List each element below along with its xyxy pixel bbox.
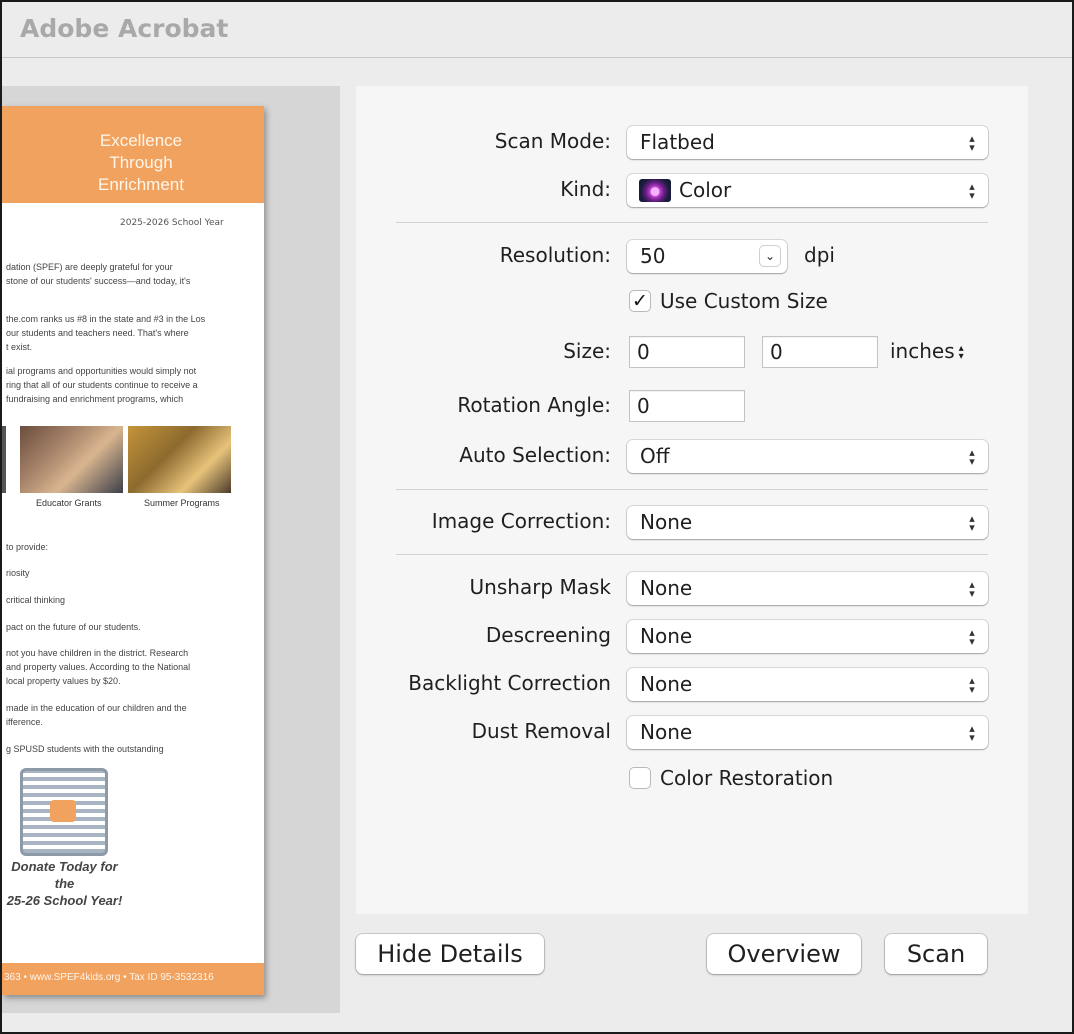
scan-settings-panel: Scan Mode: Flatbed ▴ ▾ Kind: Color ▴ ▾ Res… (356, 86, 1028, 914)
doc-text-line: ring that all of our students continue t… (6, 380, 198, 390)
chevron-updown-icon: ▴ ▾ (958, 342, 964, 362)
color-restoration-checkbox[interactable] (629, 767, 651, 789)
title-bar: Adobe Acrobat (2, 2, 1072, 58)
chevron-updown-icon: ▴ ▾ (969, 577, 975, 600)
doc-title-line: Enrichment (98, 175, 184, 194)
section-divider (396, 222, 988, 223)
doc-text-line: dation (SPEF) are deeply grateful for yo… (6, 262, 173, 272)
chevron-down-icon[interactable]: ⌄ (759, 245, 781, 267)
doc-photo (20, 426, 123, 493)
doc-text-line: our students and teachers need. That's w… (6, 328, 189, 338)
size-label: Size: (563, 339, 611, 363)
dust-removal-label: Dust Removal (471, 719, 611, 743)
image-correction-popup[interactable]: None ▴ ▾ (627, 506, 988, 539)
donate-text: Donate Today for the 25-26 School Year! (2, 858, 127, 909)
doc-text-line: pact on the future of our students. (6, 622, 141, 632)
doc-text-line: g SPUSD students with the outstanding (6, 744, 164, 754)
rotation-angle-label: Rotation Angle: (457, 393, 611, 417)
photo-caption: Summer Programs (144, 498, 220, 508)
scan-mode-label: Scan Mode: (494, 129, 611, 153)
scan-preview-area[interactable]: Excellence Through Enrichment 2025-2026 … (2, 86, 340, 1013)
doc-text-line: the.com ranks us #8 in the state and #3 … (6, 314, 206, 324)
doc-text-line: not you have children in the district. R… (6, 648, 189, 658)
size-width-field[interactable]: 0 (629, 336, 745, 368)
doc-text-line: t exist. (6, 342, 33, 352)
chevron-updown-icon: ▴ ▾ (969, 625, 975, 648)
color-restoration-label: Color Restoration (660, 766, 834, 790)
chevron-updown-icon: ▴ ▾ (969, 673, 975, 696)
color-flower-icon (639, 179, 671, 202)
scan-mode-popup[interactable]: Flatbed ▴ ▾ (627, 126, 988, 159)
size-height-field[interactable]: 0 (762, 336, 878, 368)
chevron-updown-icon: ▴ ▾ (969, 131, 975, 154)
hide-details-button[interactable]: Hide Details (356, 934, 544, 974)
doc-photo (2, 426, 6, 493)
donate-line: 25-26 School Year! (6, 893, 123, 908)
overview-button[interactable]: Overview (707, 934, 861, 974)
chevron-updown-icon: ▴ ▾ (969, 179, 975, 202)
unsharp-mask-label: Unsharp Mask (469, 575, 611, 599)
chevron-updown-icon: ▴ ▾ (969, 445, 975, 468)
app-title: Adobe Acrobat (20, 14, 229, 43)
section-divider (396, 554, 988, 555)
use-custom-size-label: Use Custom Size (660, 289, 828, 313)
kind-label: Kind: (560, 177, 611, 201)
doc-text-line: ifference. (6, 717, 43, 727)
qr-logo-icon (50, 800, 76, 822)
scanned-document-preview[interactable]: Excellence Through Enrichment 2025-2026 … (2, 106, 264, 995)
resolution-label: Resolution: (499, 243, 611, 267)
descreening-value: None (640, 624, 693, 648)
photo-caption: Educator Grants (36, 498, 102, 508)
doc-text-line: local property values by $20. (6, 676, 121, 686)
backlight-correction-label: Backlight Correction (408, 671, 611, 695)
image-correction-label: Image Correction: (431, 509, 611, 533)
use-custom-size-checkbox[interactable]: ✓ (629, 290, 651, 312)
unsharp-mask-popup[interactable]: None ▴ ▾ (627, 572, 988, 605)
doc-text-line: made in the education of our children an… (6, 703, 187, 713)
scan-mode-value: Flatbed (640, 130, 715, 154)
descreening-popup[interactable]: None ▴ ▾ (627, 620, 988, 653)
doc-text-line: riosity (6, 568, 30, 578)
doc-text-line: to provide: (6, 542, 49, 552)
doc-text-line: and property values. According to the Na… (6, 662, 191, 672)
section-divider (396, 489, 988, 490)
auto-selection-popup[interactable]: Off ▴ ▾ (627, 440, 988, 473)
kind-popup[interactable]: Color ▴ ▾ (627, 174, 988, 207)
resolution-combo[interactable]: 50 ⌄ (627, 240, 787, 273)
unsharp-mask-value: None (640, 576, 693, 600)
backlight-correction-value: None (640, 672, 693, 696)
rotation-angle-field[interactable]: 0 (629, 390, 745, 422)
chevron-updown-icon: ▴ ▾ (969, 511, 975, 534)
size-unit-popup[interactable]: inches ▴ ▾ (890, 339, 964, 363)
auto-selection-label: Auto Selection: (459, 443, 611, 467)
resolution-unit: dpi (804, 243, 835, 267)
auto-selection-value: Off (640, 444, 670, 468)
kind-value: Color (679, 178, 732, 202)
doc-subtitle: 2025-2026 School Year (120, 218, 224, 228)
scan-button[interactable]: Scan (885, 934, 987, 974)
doc-text-line: critical thinking (6, 595, 66, 605)
doc-text-line: fundraising and enrichment programs, whi… (6, 394, 184, 404)
resolution-value: 50 (640, 244, 666, 268)
doc-title-line: Excellence (99, 131, 183, 150)
doc-text-line: stone of our students' success—and today… (6, 276, 191, 286)
doc-photo (128, 426, 231, 493)
descreening-label: Descreening (485, 623, 611, 647)
donate-line: Donate Today for the (11, 859, 118, 891)
doc-footer-text: 363 • www.SPEF4kids.org • Tax ID 95-3532… (4, 972, 214, 983)
image-correction-value: None (640, 510, 693, 534)
dust-removal-value: None (640, 720, 693, 744)
doc-footer-band: 363 • www.SPEF4kids.org • Tax ID 95-3532… (2, 963, 264, 995)
doc-text-line: ial programs and opportunities would sim… (6, 366, 197, 376)
doc-title: Excellence Through Enrichment (62, 130, 220, 196)
chevron-updown-icon: ▴ ▾ (969, 721, 975, 744)
doc-title-line: Through (109, 153, 173, 172)
backlight-correction-popup[interactable]: None ▴ ▾ (627, 668, 988, 701)
scanner-window: Adobe Acrobat Excellence Through Enrichm… (0, 0, 1074, 1034)
dust-removal-popup[interactable]: None ▴ ▾ (627, 716, 988, 749)
size-unit-value: inches (890, 339, 955, 363)
